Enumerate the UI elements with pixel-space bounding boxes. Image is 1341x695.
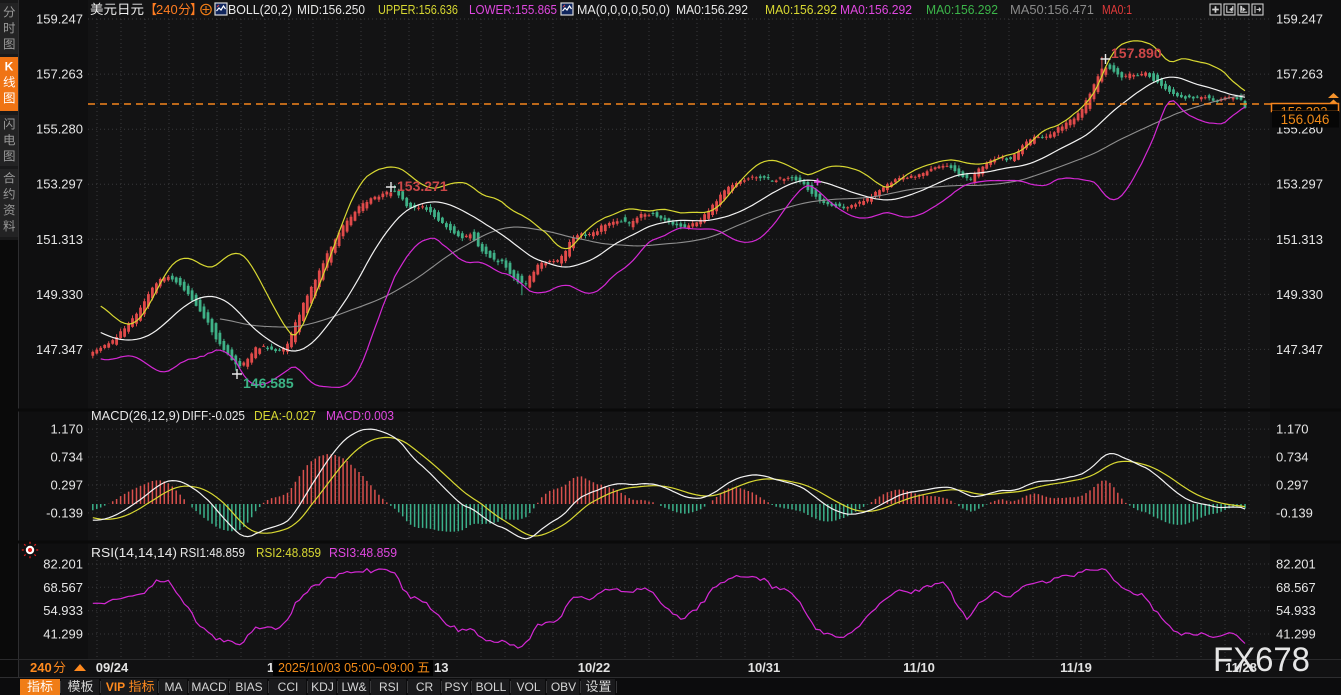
svg-text:VIP: VIP	[106, 680, 125, 694]
svg-text:68.567: 68.567	[1276, 580, 1316, 595]
svg-text:MID:156.250: MID:156.250	[297, 2, 365, 17]
svg-text:MA0:156.292: MA0:156.292	[765, 2, 837, 17]
svg-text:-0.139: -0.139	[1276, 505, 1313, 520]
svg-text:54.933: 54.933	[43, 603, 83, 618]
svg-text:MA: MA	[165, 680, 183, 694]
svg-text:MACD:0.003: MACD:0.003	[326, 408, 394, 423]
svg-text:54.933: 54.933	[1276, 603, 1316, 618]
svg-text:RSI3:48.859: RSI3:48.859	[329, 545, 397, 560]
svg-text:RSI2:48.859: RSI2:48.859	[256, 545, 321, 560]
svg-text:157.890: 157.890	[1111, 45, 1162, 61]
svg-text:153.297: 153.297	[1276, 177, 1323, 192]
svg-text:2025/10/03 05:00~09:00: 2025/10/03 05:00~09:00	[278, 660, 414, 675]
svg-text:11/10: 11/10	[903, 660, 935, 675]
svg-text:OBV: OBV	[551, 680, 576, 694]
svg-text:41.299: 41.299	[43, 626, 83, 641]
svg-text:149.330: 149.330	[1276, 287, 1323, 302]
svg-text:159.247: 159.247	[36, 12, 83, 27]
svg-text:RSI(14,14,14): RSI(14,14,14)	[91, 545, 177, 560]
svg-text:0.734: 0.734	[50, 450, 83, 465]
svg-text:MA0:1: MA0:1	[1102, 2, 1132, 17]
svg-text:BOLL: BOLL	[476, 680, 507, 694]
svg-text:RSI1:48.859: RSI1:48.859	[180, 545, 245, 560]
svg-text:0.297: 0.297	[1276, 477, 1309, 492]
svg-text:13: 13	[434, 660, 448, 675]
svg-text:09/24: 09/24	[96, 660, 129, 675]
svg-text:CR: CR	[416, 680, 434, 694]
svg-text:10/22: 10/22	[578, 660, 611, 675]
svg-text:149.330: 149.330	[36, 287, 83, 302]
svg-text:147.347: 147.347	[1276, 342, 1323, 357]
svg-text:VOL: VOL	[516, 680, 540, 694]
svg-text:155.280: 155.280	[36, 122, 83, 137]
svg-text:82.201: 82.201	[43, 557, 83, 572]
svg-text:147.347: 147.347	[36, 342, 83, 357]
svg-text:PSY: PSY	[444, 680, 468, 694]
svg-text:11/19: 11/19	[1060, 660, 1092, 675]
svg-text:DEA:-0.027: DEA:-0.027	[254, 408, 316, 423]
svg-text:MA0:156.292: MA0:156.292	[676, 2, 748, 17]
svg-text:BIAS: BIAS	[235, 680, 262, 694]
svg-text:240: 240	[30, 660, 52, 675]
svg-text:1.170: 1.170	[1276, 422, 1309, 437]
svg-text:151.313: 151.313	[1276, 232, 1323, 247]
svg-text:146.585: 146.585	[243, 375, 294, 391]
svg-text:KDJ: KDJ	[311, 680, 334, 694]
svg-text:MA0:156.292: MA0:156.292	[840, 2, 912, 17]
svg-text:LW&: LW&	[341, 680, 366, 694]
svg-text:82.201: 82.201	[1276, 557, 1316, 572]
svg-text:151.313: 151.313	[36, 232, 83, 247]
svg-text:-0.139: -0.139	[46, 505, 83, 520]
svg-text:LOWER:155.865: LOWER:155.865	[469, 2, 557, 17]
svg-text:157.263: 157.263	[36, 67, 83, 82]
svg-text:41.299: 41.299	[1276, 626, 1316, 641]
svg-text:153.271: 153.271	[397, 178, 448, 194]
svg-text:K: K	[5, 60, 14, 74]
svg-text:1.170: 1.170	[50, 422, 83, 437]
svg-text:68.567: 68.567	[43, 580, 83, 595]
svg-text:MA50:156.471: MA50:156.471	[1010, 2, 1094, 17]
svg-text:BOLL(20,2): BOLL(20,2)	[228, 2, 292, 17]
svg-text:MACD: MACD	[191, 680, 227, 694]
svg-text:157.263: 157.263	[1276, 67, 1323, 82]
svg-text:156.046: 156.046	[1281, 112, 1330, 127]
svg-text:0.297: 0.297	[50, 477, 83, 492]
svg-text:DIFF:-0.025: DIFF:-0.025	[182, 408, 245, 423]
svg-text:MACD(26,12,9): MACD(26,12,9)	[91, 408, 180, 423]
svg-text:10/31: 10/31	[748, 660, 781, 675]
svg-text:RSI: RSI	[379, 680, 399, 694]
svg-text:MA0:156.292: MA0:156.292	[926, 2, 998, 17]
svg-text:UPPER:156.636: UPPER:156.636	[378, 2, 458, 17]
svg-text:CCI: CCI	[278, 680, 299, 694]
svg-text:FX678: FX678	[1213, 641, 1310, 679]
svg-text:0.734: 0.734	[1276, 450, 1309, 465]
svg-text:159.247: 159.247	[1276, 12, 1323, 27]
svg-text:240: 240	[156, 2, 178, 17]
svg-text:153.297: 153.297	[36, 177, 83, 192]
svg-text:MA(0,0,0,0,50,0): MA(0,0,0,0,50,0)	[577, 2, 670, 17]
